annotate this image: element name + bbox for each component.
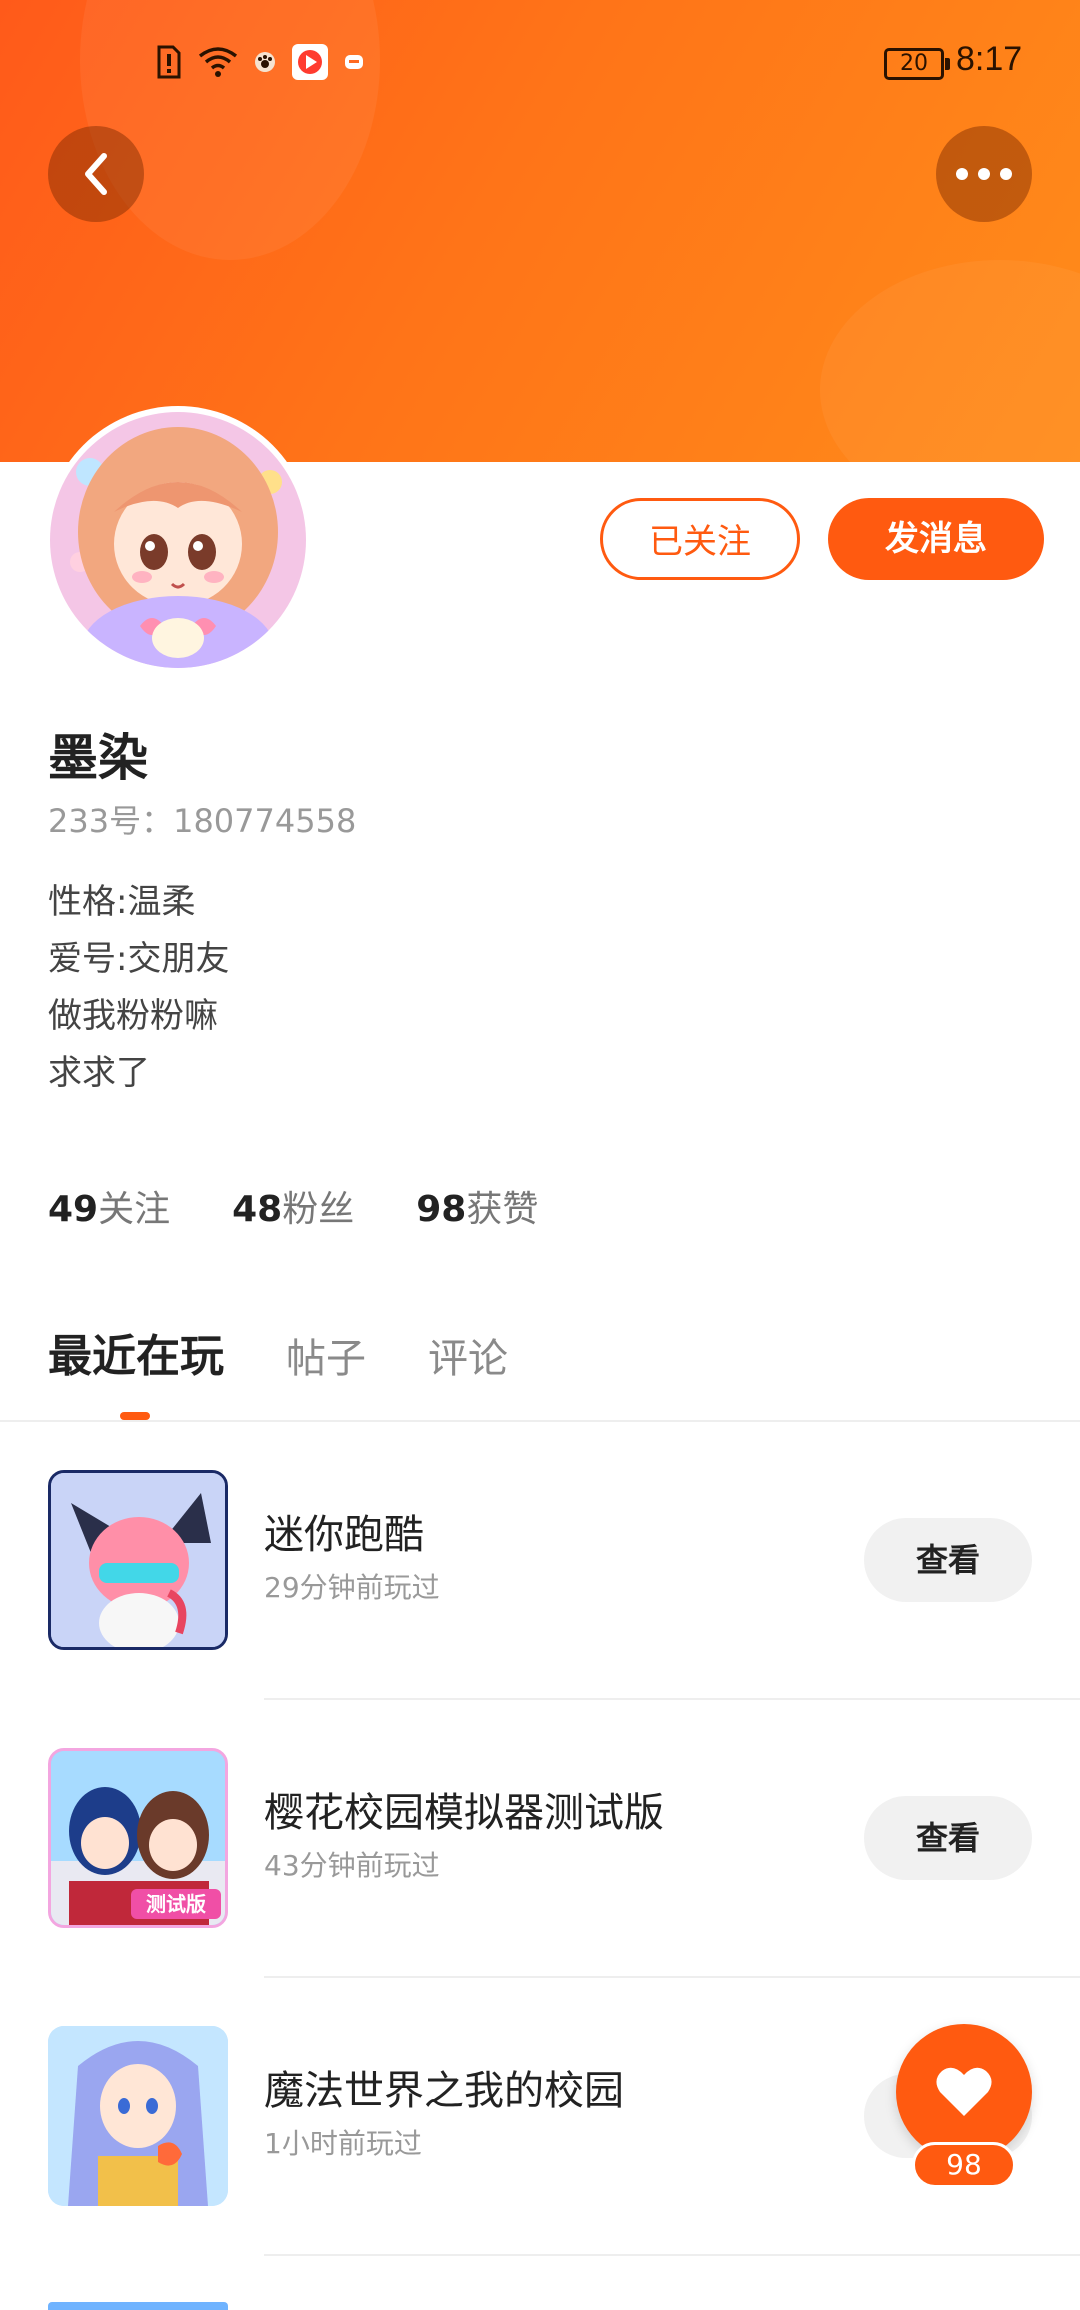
active-tab-indicator <box>120 1412 150 1420</box>
profile-stats: 49关注 48粉丝 98获赞 <box>48 1180 538 1232</box>
back-button[interactable] <box>48 126 144 222</box>
magic-world-game-icon <box>48 2026 228 2206</box>
sim-alert-icon <box>156 45 182 79</box>
like-button[interactable] <box>896 2024 1032 2160</box>
paw-app-icon <box>254 51 276 73</box>
bio-line: 性格:温柔 <box>48 882 196 922</box>
game-played-time: 29分钟前玩过 <box>264 1571 440 1604</box>
username: 墨染 <box>48 729 148 787</box>
stat-label: 获赞 <box>466 1189 539 1230</box>
bio: 性格:温柔 爱号:交朋友 做我粉粉嘛 求求了 <box>48 874 229 1102</box>
more-dots-icon <box>956 168 1012 180</box>
game-title: 魔法世界之我的校园 <box>264 2068 624 2114</box>
profile-tabs: 最近在玩 帖子 评论 <box>48 1320 508 1384</box>
stat-number: 48 <box>232 1189 283 1230</box>
tab-posts[interactable]: 帖子 <box>286 1326 366 1384</box>
heart-icon <box>936 2067 992 2116</box>
mini-parkour-game-icon <box>48 1470 228 1650</box>
bio-line: 爱号:交朋友 <box>48 939 230 979</box>
list-item[interactable]: 测试版 樱花校园模拟器测试版 43分钟前玩过 查看 <box>0 1700 1080 1978</box>
stat-number: 98 <box>416 1189 467 1230</box>
list-item[interactable]: 迷你跑酷 29分钟前玩过 查看 <box>0 1422 1080 1700</box>
avatar[interactable] <box>50 412 306 668</box>
tab-comments[interactable]: 评论 <box>428 1326 508 1384</box>
stat-number: 49 <box>48 1189 99 1230</box>
game-title: 樱花校园模拟器测试版 <box>264 1790 664 1836</box>
clock: 8:17 <box>956 40 1023 78</box>
status-icons <box>156 44 364 80</box>
wifi-icon <box>198 46 238 78</box>
game-title: 迷你跑酷 <box>264 1512 424 1558</box>
followed-button[interactable]: 已关注 <box>600 498 800 580</box>
more-options-button[interactable] <box>936 126 1032 222</box>
like-count-badge: 98 <box>912 2142 1016 2188</box>
user-id: 233号：180774558 <box>48 802 357 840</box>
game-icon-partial <box>48 2302 228 2310</box>
chevron-left-icon <box>85 153 107 195</box>
stat-label: 粉丝 <box>282 1189 355 1230</box>
stat-fans[interactable]: 48粉丝 <box>232 1180 354 1232</box>
send-message-button[interactable]: 发消息 <box>828 498 1044 580</box>
view-button[interactable]: 查看 <box>864 1518 1032 1602</box>
stat-label: 关注 <box>98 1189 171 1230</box>
bio-line: 做我粉粉嘛 <box>48 996 218 1036</box>
video-app-icon <box>292 44 328 80</box>
message-app-icon <box>344 52 364 72</box>
stat-following[interactable]: 49关注 <box>48 1180 170 1232</box>
sakura-school-game-icon: 测试版 <box>48 1748 228 1928</box>
banner-decoration <box>820 260 1080 462</box>
game-played-time: 43分钟前玩过 <box>264 1849 440 1882</box>
stat-likes[interactable]: 98获赞 <box>416 1180 538 1232</box>
svg-text:测试版: 测试版 <box>146 1892 206 1916</box>
game-played-time: 1小时前玩过 <box>264 2127 422 2160</box>
status-bar: 20 8:17 <box>0 0 1080 120</box>
divider <box>264 2254 1080 2256</box>
view-button[interactable]: 查看 <box>864 1796 1032 1880</box>
bio-line: 求求了 <box>48 1053 150 1093</box>
battery-indicator: 20 <box>884 48 950 80</box>
tab-recently-played[interactable]: 最近在玩 <box>48 1320 224 1384</box>
